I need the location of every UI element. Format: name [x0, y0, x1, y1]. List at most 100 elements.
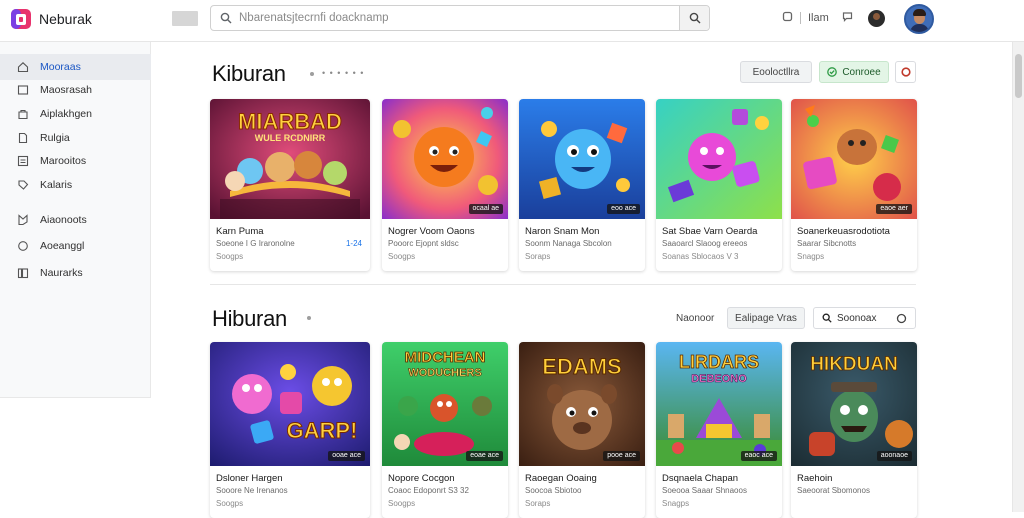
filter-button[interactable]: Eooloctllra: [740, 61, 812, 83]
card-title: Naron Snam Mon: [525, 226, 600, 237]
art-title: MIDCHEAN: [405, 349, 486, 366]
section-title: Hiburan: [212, 306, 287, 331]
card-subtitle: Soocoa Sbiotoo: [525, 486, 582, 495]
tag-icon: [18, 180, 29, 190]
search-button[interactable]: [679, 6, 709, 30]
avatar[interactable]: [904, 4, 934, 34]
game-card[interactable]: MIARBAD WULE RCDNIRR Karn Puma Soeone I …: [210, 99, 370, 271]
sidebar-item-9[interactable]: Naurarks: [0, 260, 151, 286]
scrollbar-thumb[interactable]: [1015, 54, 1022, 98]
art-title: GARP!: [287, 418, 358, 443]
home-icon: [17, 62, 29, 73]
sidebar-item-label: Aiaonoots: [40, 214, 87, 226]
sidebar-item-8[interactable]: Aoeanggl: [0, 233, 151, 259]
sidebar-item-5[interactable]: Marooitos: [0, 148, 151, 174]
card-subtitle: Soeooa Saaar Shnaoos: [662, 486, 747, 495]
card-badge: ocaal ae: [468, 204, 503, 214]
section-divider: [210, 284, 916, 285]
art-title: MIARBAD: [238, 109, 342, 134]
card-subtitle: Saeoorat Sbomonos: [797, 486, 870, 495]
game-thumbnail: eaoe aer: [791, 99, 917, 219]
card-subtitle: Sooore Ne Irenanos: [216, 486, 288, 495]
search-icon: [822, 313, 832, 323]
sidebar-item-label: Naurarks: [40, 267, 83, 279]
list-icon: [17, 155, 29, 167]
sidebar-item-label: Rulgia: [40, 132, 70, 144]
card-title: Sat Sbae Varn Oearda: [662, 226, 758, 237]
refresh-icon[interactable]: [782, 11, 793, 22]
card-subtitle: Saarar Sibcnotts: [797, 239, 857, 248]
card-meta: Soogps: [388, 252, 416, 261]
art-subtitle: WULE RCDNIRR: [255, 133, 326, 143]
scrollbar[interactable]: [1012, 42, 1024, 512]
section-search-button[interactable]: Soonoax: [813, 307, 916, 329]
language-button[interactable]: Ealipage Vras: [727, 307, 805, 329]
sidebar-item-label: Maosrasah: [40, 84, 92, 96]
channel-avatar[interactable]: [868, 10, 885, 27]
sidebar-item-label: Kalaris: [40, 179, 73, 191]
game-thumbnail: HIKDUAN aoonaoe: [791, 342, 917, 466]
section-dot: [307, 316, 311, 320]
game-card[interactable]: eaoe aer Soanerkeuasrodotiota Saarar Sib…: [791, 99, 917, 271]
card-meta: Snagps: [662, 499, 690, 508]
card-meta: Snagps: [797, 252, 825, 261]
art-title: HIKDUAN: [810, 354, 898, 375]
card-title: Dsqnaela Chapan: [662, 473, 739, 484]
card-meta: Soanas Sblocaos V 3: [662, 252, 739, 261]
sidebar-item-label: Aiplakhgen: [40, 108, 92, 120]
card-title: Soanerkeuasrodotiota: [797, 226, 890, 237]
record-icon: [900, 67, 911, 77]
game-thumbnail: ocaal ae: [382, 99, 508, 219]
confirm-button-label: Conroee: [842, 66, 881, 78]
card-title: Dsloner Hargen: [216, 473, 283, 484]
game-card[interactable]: GARP! ooae ace Dsloner Hargen Sooore Ne …: [210, 342, 370, 518]
game-card[interactable]: MIDCHEAN WODUCHERS eoae ace Nopore Cocgo…: [382, 342, 508, 518]
game-card[interactable]: HIKDUAN aoonaoe Raehoin Saeoorat Sbomono…: [791, 342, 917, 518]
card-subtitle: Pooorc Ejopnt sldsc: [388, 239, 459, 248]
bag-icon: [18, 109, 28, 120]
card-badge: aoonaoe: [876, 451, 912, 461]
brand-name[interactable]: Neburak: [39, 11, 92, 27]
game-card[interactable]: ocaal ae Nogrer Voom Oaons Pooorc Ejopnt…: [382, 99, 508, 271]
card-meta: Soraps: [525, 499, 551, 508]
sidebar-item-3[interactable]: Aiplakhgen: [0, 101, 151, 127]
card-meta: Soogps: [388, 499, 416, 508]
divider: [800, 12, 801, 24]
menu-placeholder[interactable]: [172, 11, 198, 26]
card-badge: eoae ace: [466, 451, 503, 461]
card-badge: eoo ace: [607, 204, 640, 214]
sort-label[interactable]: Naonoor: [676, 313, 714, 324]
search-input[interactable]: [239, 9, 659, 27]
game-thumbnail: [656, 99, 782, 219]
section-title: Kiburan: [212, 61, 286, 86]
game-card[interactable]: EDAMS pooe ace Raoegan Ooaing Soocoa Sbi…: [519, 342, 645, 518]
user-menu-label[interactable]: Ilam: [808, 12, 829, 24]
record-button[interactable]: [895, 61, 916, 83]
game-card[interactable]: LIRDARS DEBEONO eaoc ace Dsqnaela Chapan…: [656, 342, 782, 518]
card-meta: Soogps: [216, 499, 244, 508]
game-thumbnail: LIRDARS DEBEONO eaoc ace: [656, 342, 782, 466]
game-card[interactable]: Sat Sbae Varn Oearda Saaoarcl Slaoog ere…: [656, 99, 782, 271]
sidebar-item-label: Marooitos: [40, 155, 87, 167]
game-thumbnail: eoo ace: [519, 99, 645, 219]
card-badge: ooae ace: [328, 451, 365, 461]
card-badge: eaoe aer: [876, 204, 912, 214]
game-card[interactable]: eoo ace Naron Snam Mon Soonm Nanaga Sbco…: [519, 99, 645, 271]
language-button-label: Ealipage Vras: [735, 312, 797, 324]
sidebar-item-6[interactable]: Kalaris: [0, 172, 151, 198]
card-badge: pooe ace: [603, 451, 640, 461]
library-icon: [17, 268, 29, 279]
sidebar: Mooraas Maosrasah Aiplakhgen Rulgia Maro…: [0, 42, 151, 398]
sidebar-item-7[interactable]: Aiaonoots: [0, 207, 151, 233]
card-title: Raehoin: [797, 473, 833, 484]
game-thumbnail: MIDCHEAN WODUCHERS eoae ace: [382, 342, 508, 466]
document-icon: [18, 132, 28, 144]
chat-icon[interactable]: [842, 11, 853, 22]
search-icon: [689, 12, 700, 24]
sidebar-item-label: Mooraas: [40, 61, 81, 73]
card-badge: eaoc ace: [740, 451, 777, 461]
app-logo-icon[interactable]: [10, 8, 32, 30]
confirm-button[interactable]: Conroee: [819, 61, 889, 83]
card-meta: Soraps: [525, 252, 551, 261]
sidebar-item-2[interactable]: Maosrasah: [0, 77, 151, 103]
